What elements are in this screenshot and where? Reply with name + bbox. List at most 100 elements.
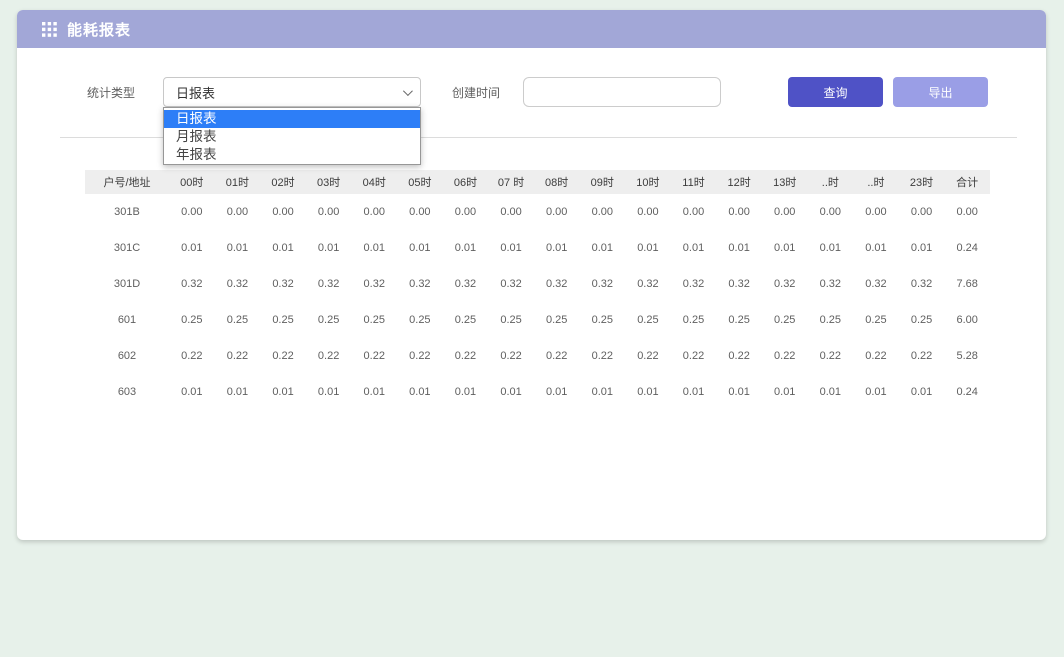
cell-value: 0.00 xyxy=(944,194,990,230)
stat-type-select[interactable]: 日报表 xyxy=(163,77,421,107)
column-header: 23时 xyxy=(899,170,945,194)
cell-value: 0.00 xyxy=(899,194,945,230)
cell-value: 0.01 xyxy=(534,374,580,410)
dropdown-option[interactable]: 月报表 xyxy=(164,128,420,146)
cell-value: 0.22 xyxy=(899,338,945,374)
cell-value: 0.01 xyxy=(169,230,215,266)
cell-value: 0.00 xyxy=(306,194,352,230)
cell-value: 0.32 xyxy=(899,266,945,302)
cell-value: 0.22 xyxy=(260,338,306,374)
cell-value: 0.01 xyxy=(808,230,854,266)
cell-value: 0.22 xyxy=(169,338,215,374)
stat-type-select-wrap: 日报表 日报表月报表年报表 xyxy=(163,77,421,107)
table-row: 6010.250.250.250.250.250.250.250.250.250… xyxy=(85,302,990,338)
cell-value: 0.00 xyxy=(625,194,671,230)
column-header: 13时 xyxy=(762,170,808,194)
cell-value: 0.25 xyxy=(215,302,261,338)
column-header: 03时 xyxy=(306,170,352,194)
report-card: 能耗报表 统计类型 日报表 日报表月报表年报表 创建时间 查询 导出 户号/地址… xyxy=(17,10,1046,540)
cell-value: 0.01 xyxy=(671,230,717,266)
column-header: 合计 xyxy=(944,170,990,194)
cell-value: 0.01 xyxy=(260,230,306,266)
row-label: 601 xyxy=(85,302,169,338)
column-header: 04时 xyxy=(351,170,397,194)
cell-value: 0.01 xyxy=(899,374,945,410)
cell-value: 0.01 xyxy=(625,374,671,410)
query-button[interactable]: 查询 xyxy=(788,77,883,107)
card-header: 能耗报表 xyxy=(17,10,1046,48)
chevron-down-icon xyxy=(403,86,413,96)
cell-value: 0.25 xyxy=(534,302,580,338)
dropdown-option[interactable]: 日报表 xyxy=(164,110,420,128)
cell-value: 0.32 xyxy=(716,266,762,302)
cell-value: 0.22 xyxy=(534,338,580,374)
cell-value: 0.25 xyxy=(397,302,443,338)
cell-value: 0.32 xyxy=(488,266,534,302)
cell-value: 0.22 xyxy=(351,338,397,374)
dropdown-option[interactable]: 年报表 xyxy=(164,146,420,164)
cell-value: 0.01 xyxy=(351,230,397,266)
cell-value: 0.32 xyxy=(397,266,443,302)
cell-value: 0.00 xyxy=(488,194,534,230)
cell-value: 0.00 xyxy=(671,194,717,230)
cell-value: 0.25 xyxy=(351,302,397,338)
column-header: 10时 xyxy=(625,170,671,194)
cell-value: 0.32 xyxy=(579,266,625,302)
stat-type-dropdown: 日报表月报表年报表 xyxy=(163,107,421,165)
cell-value: 0.00 xyxy=(534,194,580,230)
cell-value: 0.01 xyxy=(488,230,534,266)
cell-value: 0.00 xyxy=(579,194,625,230)
column-header: 户号/地址 xyxy=(85,170,169,194)
cell-value: 0.25 xyxy=(853,302,899,338)
cell-value: 0.22 xyxy=(443,338,489,374)
cell-value: 6.00 xyxy=(944,302,990,338)
cell-value: 0.00 xyxy=(215,194,261,230)
cell-value: 0.01 xyxy=(853,230,899,266)
row-label: 602 xyxy=(85,338,169,374)
cell-value: 0.01 xyxy=(351,374,397,410)
cell-value: 0.00 xyxy=(853,194,899,230)
column-header: ..时 xyxy=(853,170,899,194)
cell-value: 0.01 xyxy=(488,374,534,410)
cell-value: 7.68 xyxy=(944,266,990,302)
table-row: 301B0.000.000.000.000.000.000.000.000.00… xyxy=(85,194,990,230)
cell-value: 0.32 xyxy=(853,266,899,302)
cell-value: 0.22 xyxy=(215,338,261,374)
column-header: 00时 xyxy=(169,170,215,194)
cell-value: 0.00 xyxy=(351,194,397,230)
stat-type-selected-value: 日报表 xyxy=(176,83,403,102)
cell-value: 0.01 xyxy=(899,230,945,266)
cell-value: 0.32 xyxy=(762,266,808,302)
action-buttons: 查询 导出 xyxy=(788,77,988,107)
cell-value: 0.25 xyxy=(260,302,306,338)
cell-value: 0.25 xyxy=(169,302,215,338)
column-header: 12时 xyxy=(716,170,762,194)
cell-value: 5.28 xyxy=(944,338,990,374)
cell-value: 0.22 xyxy=(579,338,625,374)
cell-value: 0.01 xyxy=(853,374,899,410)
column-header: 05时 xyxy=(397,170,443,194)
table-header-row: 户号/地址00时01时02时03时04时05时06时07 时08时09时10时1… xyxy=(85,170,990,194)
create-time-input[interactable] xyxy=(523,77,721,107)
cell-value: 0.00 xyxy=(397,194,443,230)
column-header: 09时 xyxy=(579,170,625,194)
row-label: 301C xyxy=(85,230,169,266)
export-button[interactable]: 导出 xyxy=(893,77,988,107)
cell-value: 0.01 xyxy=(260,374,306,410)
cell-value: 0.32 xyxy=(306,266,352,302)
cell-value: 0.25 xyxy=(716,302,762,338)
cell-value: 0.01 xyxy=(397,374,443,410)
cell-value: 0.00 xyxy=(443,194,489,230)
cell-value: 0.24 xyxy=(944,230,990,266)
cell-value: 0.24 xyxy=(944,374,990,410)
cell-value: 0.01 xyxy=(716,374,762,410)
cell-value: 0.22 xyxy=(671,338,717,374)
cell-value: 0.01 xyxy=(306,230,352,266)
cell-value: 0.25 xyxy=(443,302,489,338)
cell-value: 0.32 xyxy=(260,266,306,302)
create-time-label: 创建时间 xyxy=(452,84,500,101)
page-title: 能耗报表 xyxy=(67,19,131,40)
cell-value: 0.01 xyxy=(397,230,443,266)
cell-value: 0.32 xyxy=(534,266,580,302)
column-header: 11时 xyxy=(671,170,717,194)
